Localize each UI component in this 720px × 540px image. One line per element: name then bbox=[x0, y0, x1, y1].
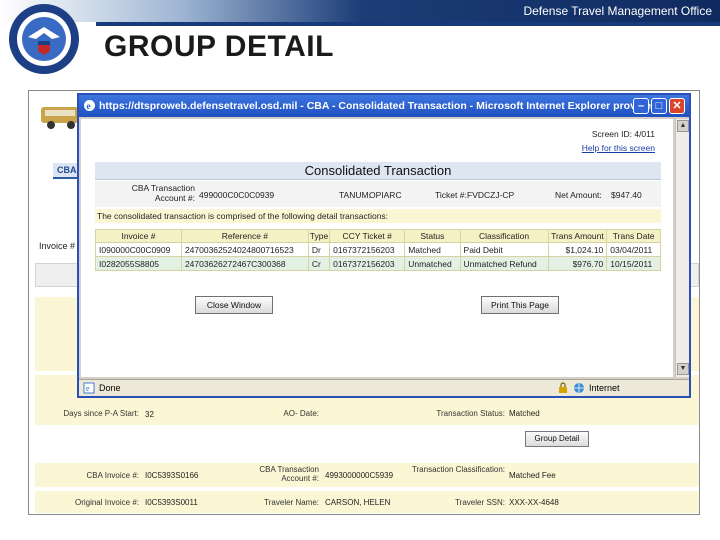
vertical-scrollbar[interactable]: ▲ ▼ bbox=[675, 119, 689, 377]
svg-text:e: e bbox=[86, 384, 90, 393]
days-value: 32 bbox=[145, 410, 154, 419]
traveler-name-value: CARSON, HELEN bbox=[325, 498, 391, 507]
cell-reference: 24703626272467C300368 bbox=[180, 256, 309, 271]
scroll-up-icon[interactable]: ▲ bbox=[677, 120, 689, 132]
tanum-value: OPIARC bbox=[369, 190, 402, 200]
original-invoice-value: I0C5393S0011 bbox=[145, 498, 198, 507]
cell-reference: 24700362524024800716523 bbox=[180, 242, 309, 257]
status-bar: e Done Internet bbox=[79, 379, 689, 396]
column-header: Classification bbox=[459, 229, 549, 243]
cba-account-label: CBA Transaction Account #: bbox=[259, 465, 319, 483]
dod-seal-icon bbox=[9, 4, 79, 74]
ticket-value: FVDCZJ-CP bbox=[467, 190, 515, 200]
column-header: Trans Amount bbox=[547, 229, 608, 243]
cell-invoice: I0282055S8805 bbox=[95, 256, 182, 271]
close-window-button[interactable]: Close Window bbox=[195, 296, 273, 314]
scroll-down-icon[interactable]: ▼ bbox=[677, 363, 689, 375]
transaction-description: The consolidated transaction is comprise… bbox=[95, 209, 661, 223]
window-titlebar[interactable]: e https://dtsproweb.defensetravel.osd.mi… bbox=[79, 95, 689, 117]
classification-value: Matched Fee bbox=[509, 471, 556, 480]
detail-transactions-table: Invoice # Reference # Type CCY Ticket # … bbox=[95, 229, 661, 271]
screen-id: Screen ID: 4/011 bbox=[591, 129, 655, 139]
net-amount-value: $947.40 bbox=[611, 190, 642, 200]
traveler-name-label: Traveler Name: bbox=[264, 498, 319, 507]
cell-status: Matched bbox=[404, 242, 461, 257]
org-title: Defense Travel Management Office bbox=[523, 4, 712, 18]
group-detail-button[interactable]: Group Detail bbox=[525, 431, 589, 447]
column-header: CCY Ticket # bbox=[329, 229, 406, 243]
ao-date-label: AO- Date: bbox=[283, 409, 319, 418]
cell-type: Cr bbox=[307, 256, 331, 271]
page-title: GROUP DETAIL bbox=[104, 30, 334, 63]
account-label: CBA Transaction Account #: bbox=[131, 183, 195, 203]
classification-label: Transaction Classification: bbox=[411, 465, 505, 474]
column-header: Type bbox=[307, 229, 331, 243]
page-done-icon: e bbox=[83, 382, 95, 394]
cell-classification: Unmatched Refund bbox=[459, 256, 549, 271]
cba-invoice-value: I0C5393S0166 bbox=[145, 471, 199, 480]
original-invoice-label: Original Invoice #: bbox=[74, 498, 139, 507]
globe-icon bbox=[574, 383, 584, 393]
cell-type: Dr bbox=[307, 242, 331, 257]
transaction-status-value: Matched bbox=[509, 409, 540, 418]
tanum-label: TANUM: bbox=[339, 190, 371, 200]
transaction-info: CBA Transaction Account #: 499000C0C0C09… bbox=[95, 181, 661, 207]
window-title: https://dtsproweb.defensetravel.osd.mil … bbox=[99, 100, 660, 112]
maximize-button[interactable]: □ bbox=[651, 98, 667, 114]
days-label: Days since P-A Start: bbox=[63, 409, 139, 418]
account-value: 499000C0C0C0939 bbox=[199, 190, 275, 200]
cell-invoice: I090000C00C0909 bbox=[95, 242, 182, 257]
consolidated-heading: Consolidated Transaction bbox=[95, 162, 661, 180]
svg-text:e: e bbox=[87, 101, 91, 111]
internet-explorer-icon: e bbox=[84, 100, 95, 111]
status-done: Done bbox=[99, 383, 121, 393]
cell-status: Unmatched bbox=[404, 256, 461, 271]
cell-ticket: 0167372156203 bbox=[329, 242, 406, 257]
table-row: I090000C00C0909 24700362524024800716523 … bbox=[95, 242, 661, 257]
minimize-button[interactable]: – bbox=[633, 98, 649, 114]
cba-invoice-label: CBA Invoice #: bbox=[86, 471, 139, 480]
print-page-button[interactable]: Print This Page bbox=[481, 296, 559, 314]
cba-account-value: 4993000000C5939 bbox=[325, 471, 394, 480]
ticket-label: Ticket #: bbox=[435, 190, 467, 200]
traveler-ssn-label: Traveler SSN: bbox=[455, 498, 505, 507]
invoice-label: Invoice # bbox=[39, 241, 76, 251]
popup-content: Screen ID: 4/011 Help for this screen Co… bbox=[81, 119, 673, 377]
transaction-status-label: Transaction Status: bbox=[436, 409, 505, 418]
column-header: Reference # bbox=[180, 229, 309, 243]
header-rule bbox=[96, 22, 720, 26]
column-header: Invoice # bbox=[95, 229, 182, 243]
lock-icon bbox=[559, 382, 567, 393]
status-zone: Internet bbox=[589, 383, 620, 393]
header-bar: Defense Travel Management Office bbox=[0, 0, 720, 22]
table-row: I0282055S8805 24703626272467C300368 Cr 0… bbox=[95, 256, 661, 271]
traveler-ssn-value: XXX-XX-4648 bbox=[509, 498, 559, 507]
consolidated-transaction-window: e https://dtsproweb.defensetravel.osd.mi… bbox=[77, 93, 691, 398]
net-amount-label: Net Amount: bbox=[555, 190, 602, 200]
help-link[interactable]: Help for this screen bbox=[582, 143, 655, 153]
column-header: Status bbox=[404, 229, 461, 243]
column-header: Trans Date bbox=[606, 229, 661, 243]
cell-classification: Paid Debit bbox=[459, 242, 549, 257]
cell-date: 10/15/2011 bbox=[606, 256, 661, 271]
cell-date: 03/04/2011 bbox=[606, 242, 661, 257]
close-icon[interactable]: ✕ bbox=[669, 98, 685, 114]
cell-amount: $976.70 bbox=[547, 256, 608, 271]
cell-amount: $1,024.10 bbox=[547, 242, 608, 257]
cell-ticket: 0167372156203 bbox=[329, 256, 406, 271]
table-header-row: Invoice # Reference # Type CCY Ticket # … bbox=[95, 229, 661, 243]
